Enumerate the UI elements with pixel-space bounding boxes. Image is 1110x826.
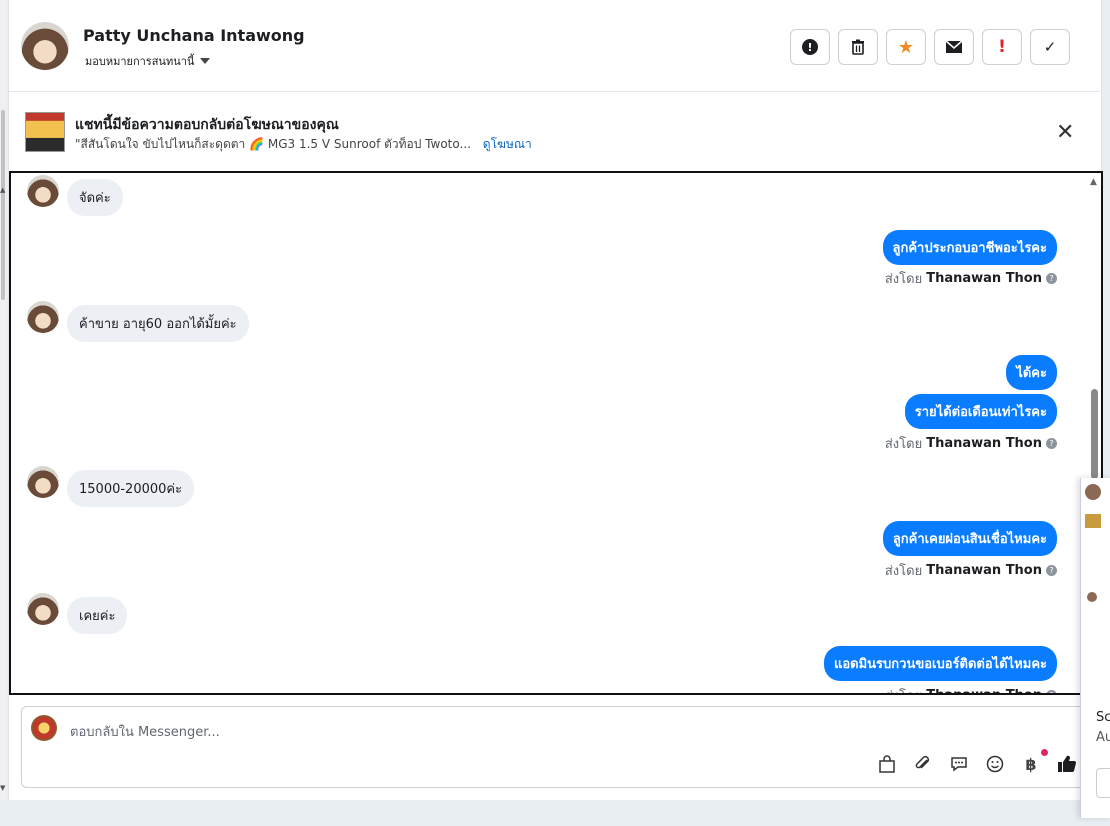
sent-by-agent: Thanawan Thon	[926, 436, 1042, 451]
done-button[interactable]: ✓	[1030, 29, 1070, 65]
side-avatar-small	[1087, 592, 1097, 602]
ad-thumbnail[interactable]	[25, 112, 65, 152]
outgoing-message-bubble[interactable]: แอดมินรบกวนขอเบอร์ติดต่อได้ไหมคะ	[823, 646, 1057, 681]
help-icon[interactable]: ?	[1046, 438, 1057, 449]
sent-by-label: ส่งโดย Thanawan Thon ?	[885, 268, 1057, 289]
side-thumbnail	[1085, 514, 1101, 528]
ad-reply-banner: แชทนี้มีข้อความตอบกลับต่อโฆษณาของคุณ "สี…	[9, 92, 1103, 170]
trash-icon	[852, 39, 864, 55]
sent-by-prefix: ส่งโดย	[884, 437, 923, 452]
side-text-line-1: Sc	[1096, 710, 1110, 725]
sent-by-label: ส่งโดย Thanawan Thon ?	[885, 560, 1057, 581]
sent-by-agent: Thanawan Thon	[926, 688, 1042, 693]
sent-by-prefix: ส่งโดย	[885, 685, 922, 693]
paperclip-icon[interactable]	[912, 753, 934, 775]
important-button[interactable]: !	[982, 29, 1022, 65]
delete-button[interactable]	[838, 29, 878, 65]
thumbs-up-icon[interactable]	[1056, 753, 1078, 775]
mark-unread-button[interactable]	[934, 29, 974, 65]
side-text-line-2: Au	[1096, 730, 1110, 745]
reply-input[interactable]: ตอบกลับใน Messenger...	[70, 721, 220, 742]
shopping-bag-icon[interactable]	[876, 753, 898, 775]
composer-toolbar: ฿	[876, 749, 1078, 775]
help-icon[interactable]: ?	[1046, 690, 1057, 693]
star-button[interactable]: ★	[886, 29, 926, 65]
report-spam-button[interactable]: !	[790, 29, 830, 65]
envelope-icon	[945, 40, 963, 53]
message-bubble[interactable]: เคยค่ะ	[67, 597, 128, 634]
sender-avatar	[27, 466, 59, 498]
exclamation-circle-icon: !	[802, 39, 818, 55]
outer-scroll-thumb[interactable]	[1, 110, 5, 300]
outer-scrollbar[interactable]: ▲ ▼	[0, 0, 6, 800]
help-icon[interactable]: ?	[1046, 565, 1057, 576]
scroll-up-arrow-icon[interactable]: ▲	[0, 186, 5, 194]
messenger-inbox-window: ▲ ▼ Patty Unchana Intawong มอบหมายการสนท…	[0, 0, 1110, 826]
sent-by-prefix: ส่งโดย	[884, 564, 923, 579]
ad-description-text: "สีสันโดนใจ ขับไปไหนก็สะดุดตา 🌈 MG3 1.5 …	[75, 137, 471, 151]
side-panel-peek[interactable]: Sc Au	[1080, 478, 1110, 818]
message-bubble[interactable]: ค้าขาย อายุ60 ออกได้มั้ยค่ะ	[67, 305, 249, 342]
check-icon: ✓	[1043, 38, 1057, 56]
assign-conversation-dropdown[interactable]: มอบหมายการสนทนานี้	[85, 52, 211, 70]
assign-label: มอบหมายการสนทนานี้	[85, 55, 195, 68]
sent-by-agent: Thanawan Thon	[926, 563, 1042, 578]
sent-by-agent: Thanawan Thon	[926, 271, 1042, 286]
scroll-down-arrow-icon[interactable]: ▼	[0, 784, 5, 792]
sent-by-label: ส่งโดย Thanawan Thon ?	[885, 685, 1057, 693]
sender-avatar	[27, 301, 59, 333]
sent-by-prefix: ส่งโดย	[884, 272, 923, 287]
side-avatar	[1085, 484, 1101, 500]
conversation-header: Patty Unchana Intawong มอบหมายการสนทนานี…	[9, 0, 1103, 92]
conversation-panel: Patty Unchana Intawong มอบหมายการสนทนานี…	[8, 0, 1103, 800]
sent-by-label: ส่งโดย Thanawan Thon ?	[885, 433, 1057, 454]
outgoing-message-bubble[interactable]: ลูกค้าประกอบอาชีพอะไรคะ	[882, 230, 1057, 265]
incoming-message: เคยค่ะ	[27, 593, 128, 634]
message-bubble[interactable]: จัดค่ะ	[67, 179, 123, 216]
sender-avatar	[27, 593, 59, 625]
ad-banner-title: แชทนี้มีข้อความตอบกลับต่อโฆษณาของคุณ	[75, 117, 339, 133]
message-bubble[interactable]: 15000-20000ค่ะ	[67, 470, 195, 507]
help-icon[interactable]: ?	[1046, 273, 1057, 284]
message-thread[interactable]: จัดค่ะ ลูกค้าประกอบอาชีพอะไรคะ ส่งโดย Th…	[9, 171, 1103, 695]
notification-dot	[1041, 749, 1048, 756]
payment-baht-icon[interactable]: ฿	[1020, 749, 1048, 775]
contact-name[interactable]: Patty Unchana Intawong	[83, 26, 305, 45]
caret-down-icon	[200, 58, 211, 64]
page-avatar	[31, 715, 57, 741]
side-button[interactable]	[1096, 768, 1110, 798]
incoming-message: จัดค่ะ	[27, 175, 123, 216]
incoming-message: 15000-20000ค่ะ	[27, 466, 195, 507]
outgoing-message-bubble[interactable]: ได้คะ	[1006, 355, 1057, 390]
sender-avatar	[27, 175, 59, 207]
reply-composer: ตอบกลับใน Messenger... ฿	[21, 706, 1094, 788]
ad-banner-description: "สีสันโดนใจ ขับไปไหนก็สะดุดตา 🌈 MG3 1.5 …	[75, 135, 532, 154]
saved-replies-icon[interactable]	[948, 753, 970, 775]
emoji-icon[interactable]	[984, 753, 1006, 775]
incoming-message: ค้าขาย อายุ60 ออกได้มั้ยค่ะ	[27, 301, 249, 342]
contact-avatar[interactable]	[21, 22, 69, 70]
outgoing-message-bubble[interactable]: รายได้ต่อเดือนเท่าไรคะ	[904, 394, 1057, 429]
view-ad-link[interactable]: ดูโฆษณา	[483, 137, 532, 151]
scroll-up-arrow-icon[interactable]: ▲	[1090, 177, 1097, 187]
star-icon: ★	[897, 36, 915, 58]
close-icon[interactable]: ✕	[1056, 120, 1074, 145]
thread-scroll-thumb[interactable]	[1091, 389, 1098, 479]
conversation-actions: ! ★ ! ✓	[790, 29, 1070, 65]
outgoing-message-bubble[interactable]: ลูกค้าเคยผ่อนสินเชื่อไหมคะ	[882, 521, 1057, 556]
exclamation-icon: !	[998, 37, 1006, 57]
